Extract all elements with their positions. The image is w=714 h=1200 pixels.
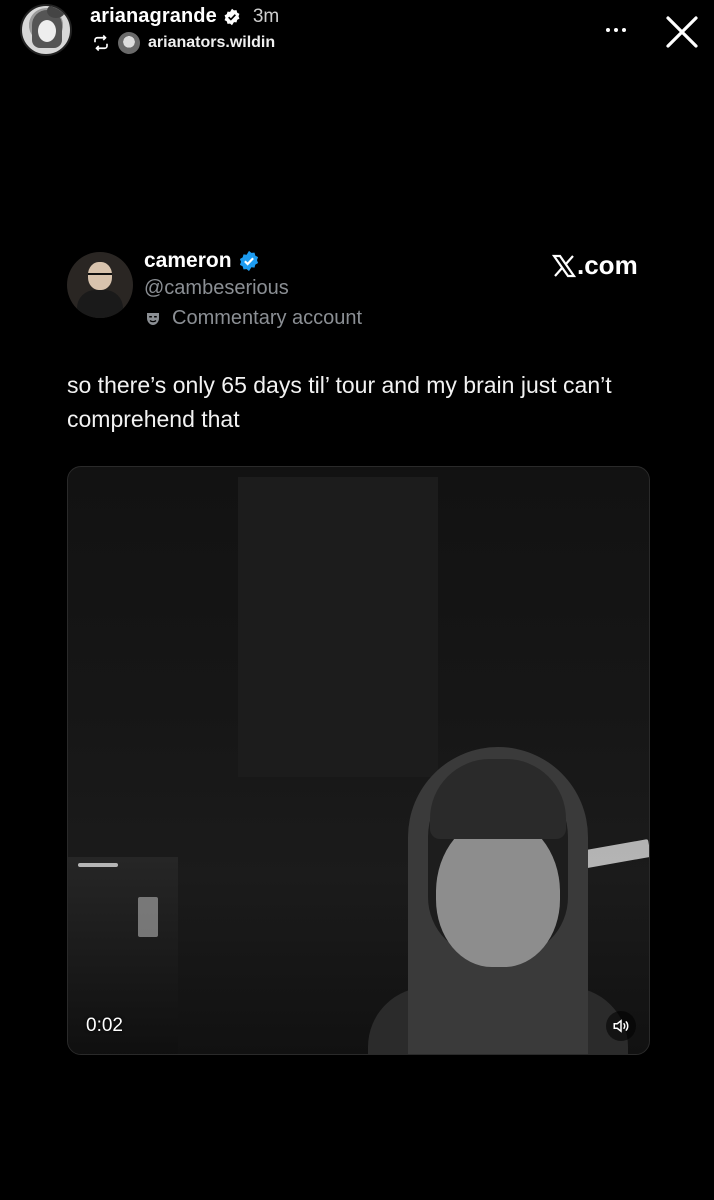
story-author-avatar[interactable] [20, 4, 72, 56]
close-icon[interactable] [660, 10, 704, 54]
video-elapsed-time: 0:02 [86, 1015, 123, 1036]
verified-badge-icon [239, 250, 258, 272]
x-logo-icon [552, 254, 576, 277]
tweet-author: cameron [144, 249, 260, 273]
tweet-display-name[interactable]: cameron [144, 249, 232, 273]
story-author: arianagrande 3m [90, 5, 279, 28]
volume-icon-glyph [613, 1019, 629, 1033]
video-person-face [436, 817, 560, 967]
story-username[interactable]: arianagrande [90, 5, 217, 28]
video-background-light [138, 897, 158, 937]
tweet-handle[interactable]: @cambeserious [144, 277, 289, 300]
tweet-author-avatar[interactable] [67, 252, 133, 318]
x-source-domain: .com [577, 250, 638, 280]
more-options-icon[interactable] [600, 18, 632, 42]
theater-mask-icon [147, 312, 159, 325]
story-header: arianagrande 3m arianators.wildin [0, 0, 714, 70]
tweet-text: so there’s only 65 days til’ tour and my… [67, 372, 612, 432]
repost-icon [94, 34, 108, 52]
verified-badge-icon [224, 8, 240, 25]
commentary-account-label: Commentary account [144, 307, 362, 330]
video-background-light [78, 863, 118, 867]
story-timestamp: 3m [252, 5, 280, 27]
video-background-building [238, 477, 438, 777]
repost-source-username[interactable]: arianators.wildin [148, 34, 275, 52]
volume-icon[interactable] [606, 1011, 636, 1041]
repost-attribution[interactable]: arianators.wildin [92, 32, 275, 54]
video-background-city [68, 857, 178, 1054]
account-type-label: Commentary account [172, 307, 363, 329]
video-background-light [578, 839, 649, 869]
tweet-video[interactable]: 0:02 [67, 466, 650, 1055]
repost-source-avatar [118, 32, 140, 54]
x-source-link[interactable]: .com [552, 250, 638, 281]
